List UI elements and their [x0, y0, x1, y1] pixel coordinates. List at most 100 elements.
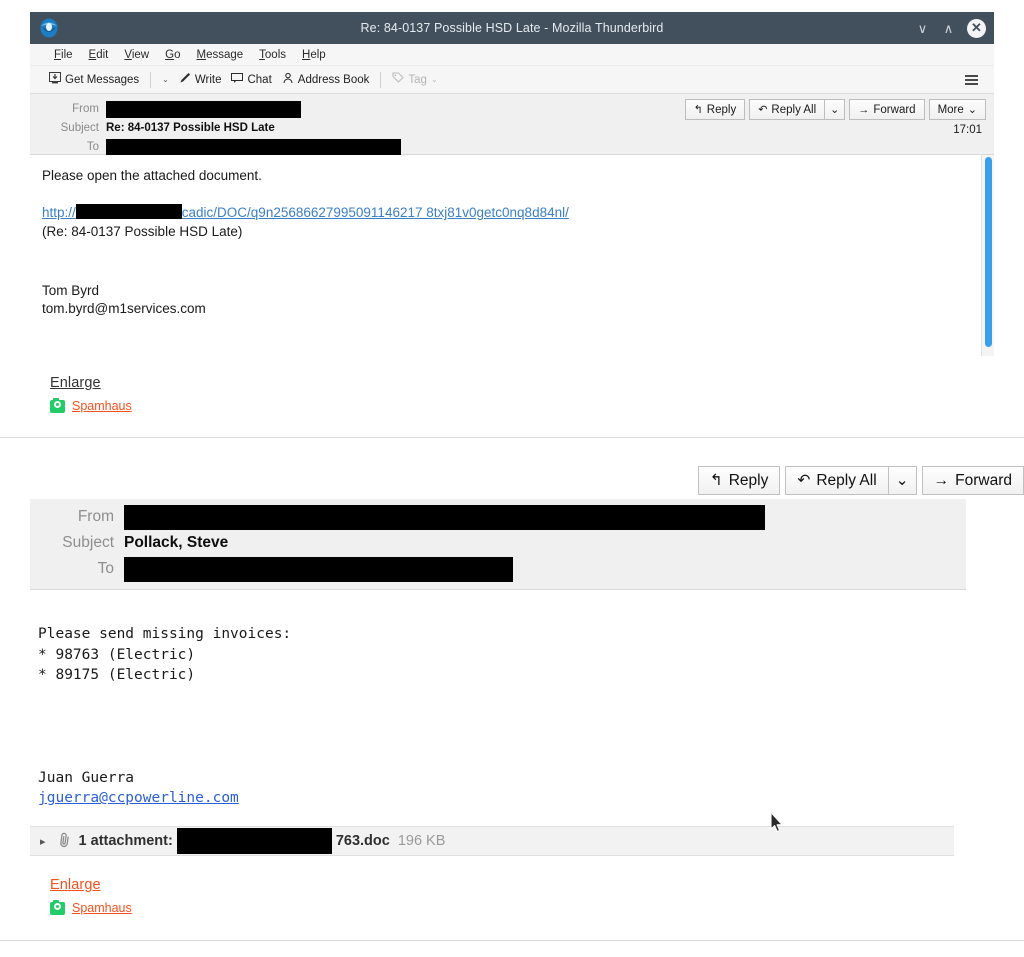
message2-to-row: To — [30, 556, 966, 582]
close-icon[interactable]: ✕ — [967, 18, 986, 38]
message2-forward-button[interactable]: → Forward — [921, 466, 1024, 495]
message2-body-line2: * 98763 (Electric) — [38, 646, 196, 663]
address-book-button[interactable]: Address Book — [277, 70, 375, 89]
menubar: File Edit View Go Message Tools Help — [30, 44, 994, 66]
message1-body-link-row: http:// cadic/DOC/q9n25686627995091146217… — [42, 204, 994, 223]
menu-tools[interactable]: Tools — [259, 49, 286, 61]
get-messages-button[interactable]: Get Messages — [44, 70, 144, 89]
menu-edit[interactable]: Edit — [89, 49, 109, 61]
tag-icon — [392, 72, 405, 87]
message2-body-line1: Please send missing invoices: — [38, 626, 292, 642]
message2-body: Please send missing invoices: * 98763 (E… — [30, 606, 966, 809]
message1-subject-label: Subject — [60, 122, 99, 134]
message1-reply-button[interactable]: ↰ Reply — [684, 99, 746, 120]
thunderbird-window: Re: 84-0137 Possible HSD Late - Mozilla … — [30, 12, 994, 432]
message1-actions: ↰ Reply ↶ Reply All ⌄ → Forward More ⌄ — [684, 99, 986, 120]
menu-go[interactable]: Go — [165, 49, 180, 61]
message2-from-redaction — [124, 504, 765, 530]
reply-arrow-icon: ↰ — [693, 104, 703, 116]
message1-body-link[interactable]: http:// cadic/DOC/q9n25686627995091146217… — [42, 204, 569, 221]
footer1-enlarge-block: Enlarge Spamhaus — [50, 374, 132, 413]
chevron-down-icon: ⌄ — [895, 472, 909, 489]
menu-help[interactable]: Help — [302, 49, 326, 61]
download-icon — [49, 72, 61, 87]
menu-tools-rest: ools — [264, 48, 287, 61]
attachment-filename: 763.doc — [335, 833, 390, 849]
chat-button[interactable]: Chat — [226, 70, 276, 89]
toolbar-separator-1 — [150, 71, 152, 88]
hamburger-menu-icon[interactable] — [965, 74, 978, 85]
message1-reply-all-button[interactable]: ↶ Reply All — [749, 99, 825, 120]
message1-more-label: More — [937, 103, 964, 116]
message2-forward-label: Forward — [955, 471, 1012, 489]
write-button[interactable]: Write — [174, 70, 227, 89]
menu-message[interactable]: Message — [196, 49, 243, 61]
menu-file[interactable]: File — [54, 49, 73, 61]
maximize-icon[interactable]: ∧ — [941, 22, 956, 35]
forward-arrow-icon: → — [933, 471, 950, 489]
message1-forward-button[interactable]: → Forward — [849, 99, 925, 120]
get-messages-dropdown[interactable]: ⌄ — [157, 73, 174, 86]
chevron-down-icon: ⌄ — [830, 104, 840, 116]
person-icon — [282, 72, 294, 87]
chevron-down-icon: ⌄ — [967, 104, 977, 116]
menu-file-rest: ile — [61, 48, 73, 61]
message1-to-redaction — [106, 138, 401, 156]
footer1-enlarge-link[interactable]: Enlarge — [50, 375, 101, 391]
reply-all-arrow-icon: ↶ — [797, 472, 811, 489]
message1-link-suffix: cadic/DOC/q9n25686627995091146217 8txj81… — [181, 205, 569, 221]
paperclip-icon — [56, 831, 72, 852]
forward-arrow-icon: → — [858, 103, 870, 116]
message2-from-row: From — [30, 504, 966, 530]
message2-reply-all-label: Reply All — [816, 471, 877, 489]
footer2-enlarge-link[interactable]: Enlarge — [50, 877, 101, 893]
footer2-spamhaus-link[interactable]: Spamhaus — [72, 901, 132, 915]
camera-icon — [50, 899, 65, 915]
expand-twisty-icon[interactable]: ▸ — [40, 835, 46, 848]
message2-body-spacer — [38, 686, 966, 768]
minimize-icon[interactable]: ∨ — [915, 22, 930, 35]
message2-from-label: From — [77, 508, 114, 525]
message1-scrollbar-thumb[interactable] — [985, 157, 992, 347]
message1-forward-label: Forward — [873, 103, 916, 116]
reply-all-arrow-icon: ↶ — [758, 104, 768, 116]
message2-signature-email[interactable]: jguerra@ccpowerline.com — [38, 790, 239, 806]
menu-view[interactable]: View — [124, 49, 149, 61]
message2-reply-all-button[interactable]: ↶ Reply All — [785, 466, 888, 495]
message1-signature-email: tom.byrd@m1services.com — [42, 301, 206, 317]
message2-reply-label: Reply — [728, 471, 769, 489]
message1-body-subject-echo: (Re: 84-0137 Possible HSD Late) — [42, 223, 243, 239]
window-controls: ∨ ∧ ✕ — [915, 12, 986, 44]
menu-go-rest: o — [174, 48, 181, 61]
menu-view-accel: V — [124, 48, 132, 61]
message2-subject-value: Pollack, Steve — [124, 534, 229, 551]
message2-attachment-bar[interactable]: ▸ 1 attachment: 763.doc 196 KB — [30, 826, 954, 856]
message1-link-redaction — [75, 204, 182, 220]
message2-header: From Subject Pollack, Steve To — [30, 499, 966, 590]
message2-signature-name: Juan Guerra — [38, 769, 135, 786]
footer1-spamhaus-link[interactable]: Spamhaus — [72, 399, 132, 413]
reply-arrow-icon: ↰ — [709, 472, 723, 489]
message1-reply-all-dropdown[interactable]: ⌄ — [824, 99, 846, 120]
menu-file-accel: F — [54, 48, 62, 61]
message2-reply-button[interactable]: ↰ Reply — [697, 466, 781, 495]
mail-toolbar: Get Messages ⌄ Write Chat Address Book T… — [30, 66, 994, 94]
camera-icon — [50, 397, 65, 413]
message2-body-line3: * 89175 (Electric) — [38, 667, 196, 684]
footer1-spamhaus-row: Spamhaus — [50, 397, 132, 413]
attachment-size: 196 KB — [397, 833, 446, 849]
message2-actions: ↰ Reply ↶ Reply All ⌄ → Forward — [697, 466, 1024, 495]
message1-scrollbar[interactable] — [981, 155, 994, 356]
message2-subject-row: Subject Pollack, Steve — [30, 530, 966, 556]
menu-message-rest: essage — [206, 48, 244, 61]
tag-button[interactable]: Tag ⌄ — [387, 70, 442, 89]
message1-body-line1: Please open the attached document. — [42, 168, 262, 183]
section-divider-1 — [0, 437, 1024, 438]
pencil-icon — [179, 72, 191, 87]
chat-bubble-icon — [231, 72, 244, 87]
message1-more-button[interactable]: More ⌄ — [928, 99, 986, 120]
section-divider-2 — [0, 940, 1024, 941]
thunderbird-logo-icon — [38, 17, 60, 39]
message2-reply-all-dropdown[interactable]: ⌄ — [887, 466, 917, 495]
message2-subject-label: Subject — [62, 534, 114, 551]
